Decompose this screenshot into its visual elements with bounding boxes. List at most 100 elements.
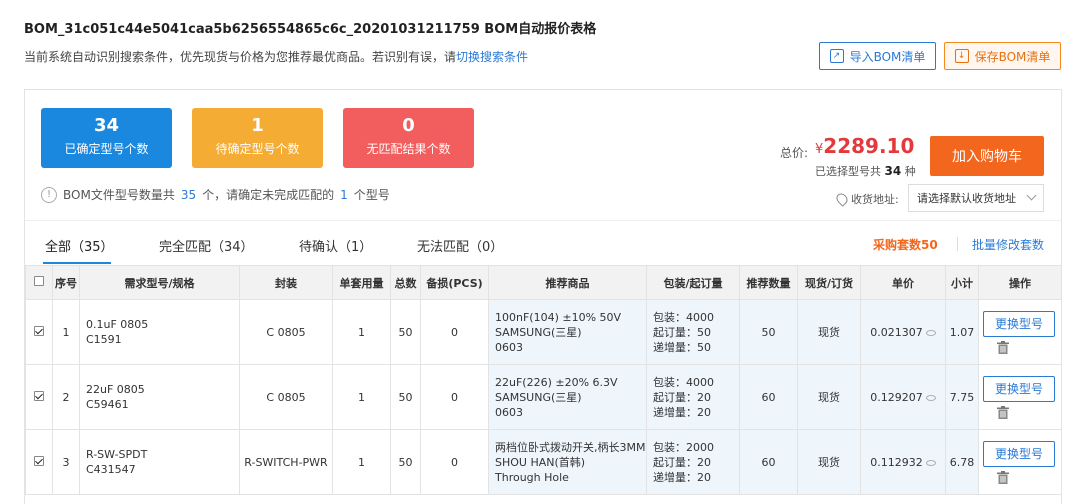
row-recommended: 两档位卧式拨动开关,柄长3MM SHOU HAN(首韩) Through Hol… <box>488 429 647 495</box>
header-loss: 备损(PCS) <box>420 265 489 300</box>
rec-package: 0603 <box>495 405 523 419</box>
pack-size: 包装：2000 <box>653 440 714 454</box>
row-rec-qty: 60 <box>739 364 798 430</box>
import-bom-label: 导入BOM清单 <box>849 49 926 64</box>
row-packing: 包装：4000 起订量：20 递增量：20 <box>646 364 740 430</box>
tab-to-confirm[interactable]: 待确认（1） <box>299 236 372 255</box>
eye-icon[interactable] <box>925 394 936 401</box>
stat-nomatch-label: 无匹配结果个数 <box>366 142 451 156</box>
row-no: 2 <box>52 364 80 430</box>
notice-middle: 个，请确定未完成匹配的 <box>202 188 335 202</box>
row-checkbox[interactable] <box>34 325 44 336</box>
row-loss: 0 <box>420 429 489 495</box>
row-select-cell[interactable] <box>25 299 53 365</box>
header-subtotal: 小计 <box>945 265 979 300</box>
unit-price-value: 0.021307 <box>870 325 923 339</box>
requirement-code: C431547 <box>86 463 136 476</box>
save-bom-label: 保存BOM清单 <box>974 49 1051 64</box>
row-requirement: 22uF 0805 C59461 <box>79 364 240 430</box>
pack-size: 包装：4000 <box>653 310 714 324</box>
page-title: BOM_31c051c44e5041caa5b6256554865c6c_202… <box>24 22 597 37</box>
header-unit-price: 单价 <box>860 265 946 300</box>
header-actions: 操作 <box>978 265 1062 300</box>
replace-model-button[interactable]: 更换型号 <box>983 310 1055 337</box>
table-header-row: 序号 需求型号/规格 封装 单套用量 总数 备损(PCS) 推荐商品 包装/起订… <box>25 265 1062 300</box>
bom-panel: 34 已确定型号个数 1 待确定型号个数 0 无匹配结果个数 ! BOM文件型号… <box>24 89 1062 504</box>
row-unit-price: 0.112932 <box>860 429 946 495</box>
header-stock: 现货/订货 <box>797 265 861 300</box>
notice-suffix: 个型号 <box>353 188 390 202</box>
add-to-cart-button[interactable]: 加入购物车 <box>930 136 1044 176</box>
tab-no-match[interactable]: 无法匹配（0） <box>417 236 503 255</box>
select-all-checkbox[interactable] <box>34 276 44 286</box>
row-packing: 包装：2000 起订量：20 递增量：20 <box>646 429 740 495</box>
action-divider <box>957 237 958 251</box>
row-requirement: R-SW-SPDT C431547 <box>79 429 240 495</box>
eye-icon[interactable] <box>925 459 936 466</box>
selected-count-value: 34 <box>884 164 902 178</box>
unit-price-value: 0.112932 <box>870 455 923 469</box>
stat-pending[interactable]: 1 待确定型号个数 <box>192 108 323 168</box>
rec-desc: 两档位卧式拨动开关,柄长3MM <box>495 440 646 454</box>
row-total: 50 <box>390 364 421 430</box>
header-package: 封装 <box>239 265 333 300</box>
bom-table: 序号 需求型号/规格 封装 单套用量 总数 备损(PCS) 推荐商品 包装/起订… <box>25 265 1062 495</box>
rec-desc: 100nF(104) ±10% 50V <box>495 310 622 324</box>
purchase-sets[interactable]: 采购套数50 <box>873 236 938 253</box>
row-actions: 更换型号 <box>978 429 1062 495</box>
row-packing: 包装：4000 起订量：50 递增量：50 <box>646 299 740 365</box>
table-row: 2 22uF 0805 C59461 C 0805 1 50 0 22uF(22… <box>25 364 1062 430</box>
trash-icon[interactable] <box>997 405 1009 419</box>
tab-exact-match[interactable]: 完全匹配（34） <box>159 236 254 255</box>
unit-price-value: 0.129207 <box>870 390 923 404</box>
row-select-cell[interactable] <box>25 429 53 495</box>
increment: 递增量：50 <box>653 340 711 354</box>
save-bom-button[interactable]: ↓ 保存BOM清单 <box>944 42 1061 70</box>
download-icon: ↓ <box>954 49 969 63</box>
selected-suffix: 种 <box>904 165 916 178</box>
trash-icon[interactable] <box>997 340 1009 354</box>
switch-search-link[interactable]: 切换搜索条件 <box>456 50 528 64</box>
notice-total: 35 <box>180 187 197 202</box>
header-select-all[interactable] <box>25 265 53 300</box>
min-order: 起订量：20 <box>653 390 711 404</box>
replace-model-button[interactable]: 更换型号 <box>983 440 1055 467</box>
row-checkbox[interactable] <box>34 390 44 401</box>
row-unit-price: 0.129207 <box>860 364 946 430</box>
address-select[interactable]: 请选择默认收货地址 <box>908 184 1044 212</box>
stat-nomatch[interactable]: 0 无匹配结果个数 <box>343 108 474 168</box>
requirement-code: C1591 <box>86 333 122 346</box>
stat-nomatch-num: 0 <box>402 115 415 136</box>
row-total: 50 <box>390 299 421 365</box>
selected-count: 已选择型号共 34 种 <box>815 163 916 179</box>
trash-icon[interactable] <box>997 470 1009 484</box>
row-subtotal: 1.07 <box>945 299 979 365</box>
rec-desc: 22uF(226) ±20% 6.3V <box>495 375 618 389</box>
header-total: 总数 <box>390 265 421 300</box>
row-no: 3 <box>52 429 80 495</box>
bom-notice: ! BOM文件型号数量共 35 个，请确定未完成匹配的 1 个型号 <box>41 186 390 203</box>
row-package: C 0805 <box>239 299 333 365</box>
header-requirement: 需求型号/规格 <box>79 265 240 300</box>
row-loss: 0 <box>420 364 489 430</box>
header-rec-qty: 推荐数量 <box>739 265 798 300</box>
total-price-value: 2289.10 <box>823 134 915 158</box>
row-select-cell[interactable] <box>25 364 53 430</box>
batch-edit-link[interactable]: 批量修改套数 <box>972 236 1044 253</box>
replace-model-button[interactable]: 更换型号 <box>983 375 1055 402</box>
row-stock: 现货 <box>797 299 861 365</box>
address-label-text: 收货地址: <box>851 193 899 206</box>
row-actions: 更换型号 <box>978 364 1062 430</box>
import-bom-button[interactable]: ↗ 导入BOM清单 <box>819 42 936 70</box>
row-checkbox[interactable] <box>34 455 44 466</box>
chevron-down-icon <box>1026 190 1037 201</box>
tab-all[interactable]: 全部（35） <box>45 236 114 255</box>
row-total: 50 <box>390 429 421 495</box>
row-recommended: 100nF(104) ±10% 50V SAMSUNG(三星) 0603 <box>488 299 647 365</box>
eye-icon[interactable] <box>925 329 936 336</box>
row-stock: 现货 <box>797 364 861 430</box>
stat-pending-label: 待确定型号个数 <box>215 142 300 156</box>
stat-confirmed[interactable]: 34 已确定型号个数 <box>41 108 172 168</box>
row-rec-qty: 60 <box>739 429 798 495</box>
pack-size: 包装：4000 <box>653 375 714 389</box>
